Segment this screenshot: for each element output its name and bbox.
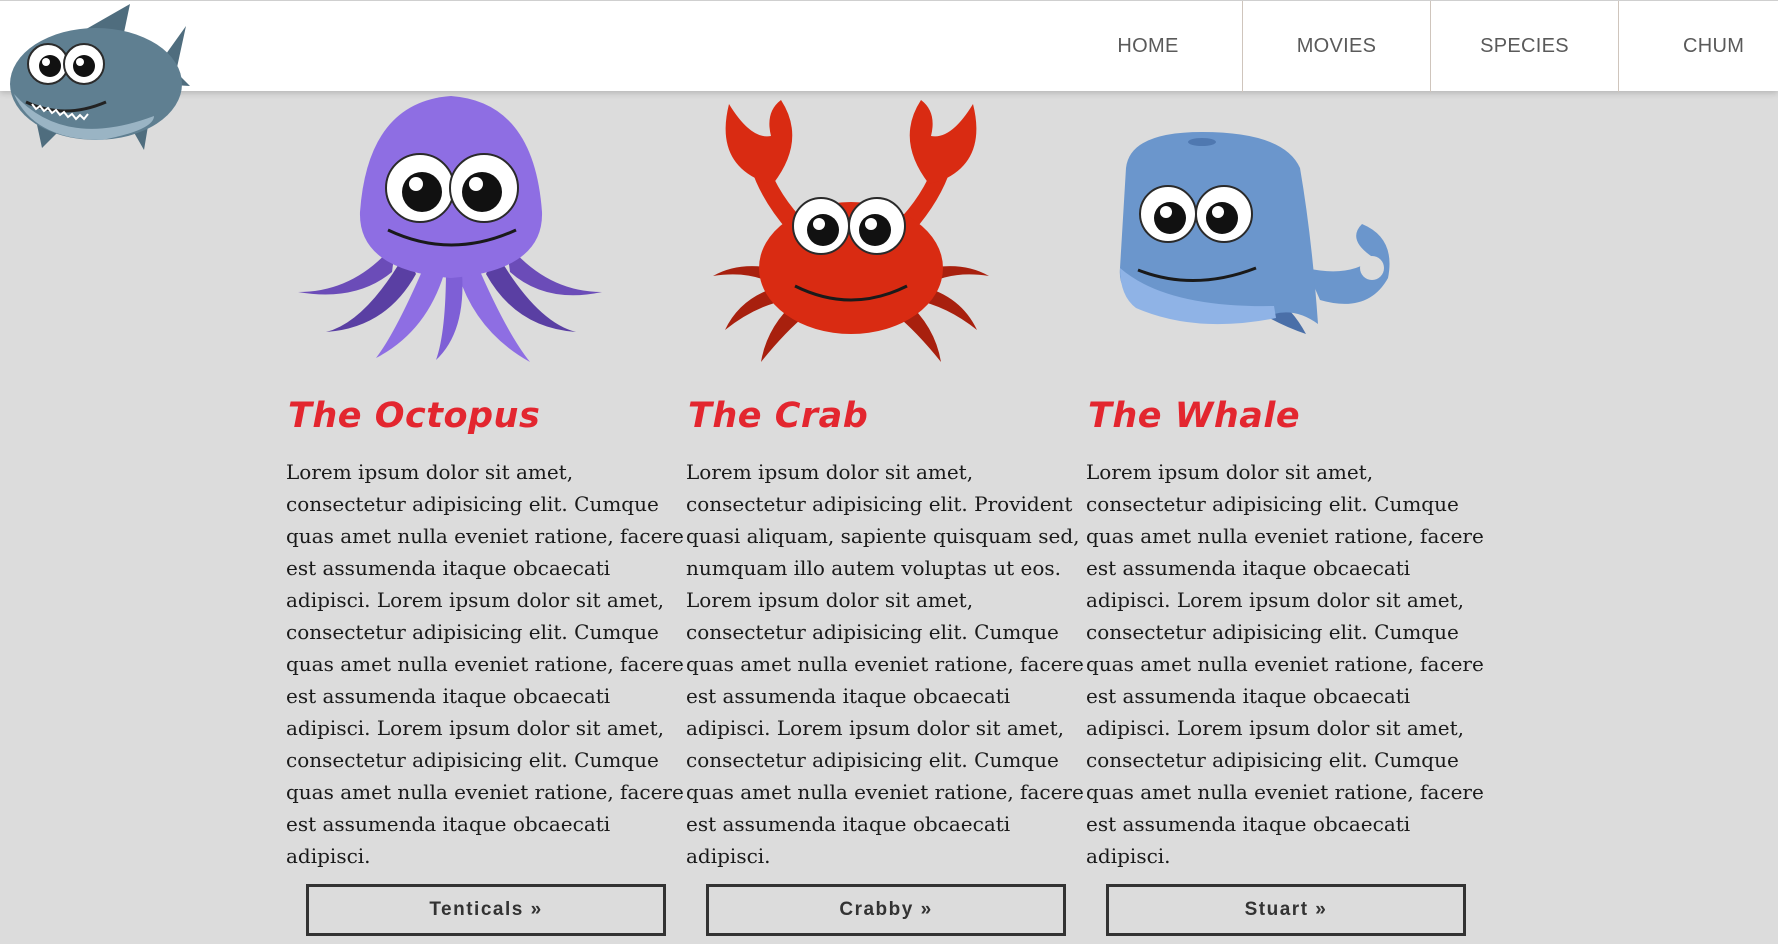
- card-body: Lorem ipsum dolor sit amet, consectetur …: [1086, 460, 1484, 868]
- tenticals-button[interactable]: Tenticals »: [306, 884, 666, 936]
- main-nav: HOME MOVIES SPECIES CHUM: [1054, 1, 1778, 92]
- nav-home[interactable]: HOME: [1054, 1, 1242, 92]
- octopus-icon: [286, 92, 686, 388]
- card-body: Lorem ipsum dolor sit amet, consectetur …: [286, 460, 684, 868]
- crabby-button[interactable]: Crabby »: [706, 884, 1066, 936]
- top-navigation-bar: HOME MOVIES SPECIES CHUM: [0, 0, 1778, 92]
- card-crab: The Crab Lorem ipsum dolor sit amet, con…: [686, 92, 1086, 936]
- stuart-button[interactable]: Stuart »: [1106, 884, 1466, 936]
- card-title: The Crab: [688, 396, 869, 436]
- card-octopus: The Octopus Lorem ipsum dolor sit amet, …: [286, 92, 686, 936]
- card-whale: The Whale Lorem ipsum dolor sit amet, co…: [1086, 92, 1486, 936]
- shark-logo-icon[interactable]: [4, 2, 190, 150]
- species-cards: The Octopus Lorem ipsum dolor sit amet, …: [286, 92, 1486, 936]
- crab-icon: [686, 92, 1086, 388]
- nav-chum[interactable]: CHUM: [1618, 1, 1778, 92]
- card-body: Lorem ipsum dolor sit amet, consectetur …: [686, 460, 1084, 868]
- nav-movies[interactable]: MOVIES: [1242, 1, 1430, 92]
- card-title: The Octopus: [288, 396, 541, 436]
- whale-icon: [1086, 92, 1486, 388]
- card-title: The Whale: [1088, 396, 1301, 436]
- nav-species[interactable]: SPECIES: [1430, 1, 1618, 92]
